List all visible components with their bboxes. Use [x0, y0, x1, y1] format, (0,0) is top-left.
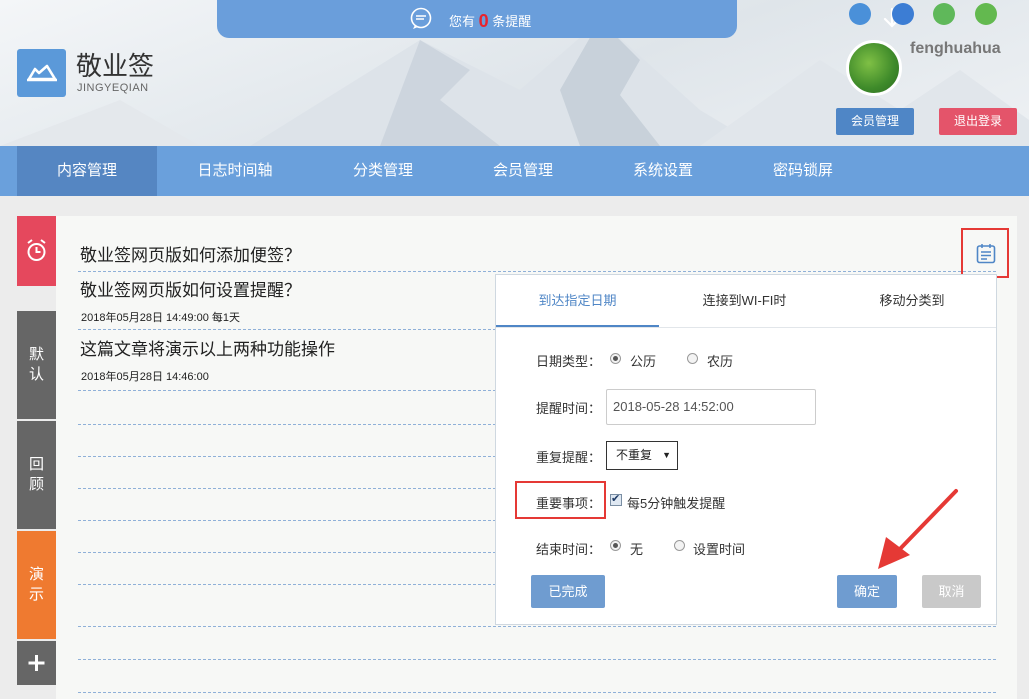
- note-title[interactable]: 敬业签网页版如何设置提醒？: [80, 276, 301, 301]
- radio-end-set-label: 设置时间: [693, 542, 746, 557]
- annotation-arrow-icon: [878, 489, 958, 569]
- radio-solar[interactable]: [610, 353, 621, 364]
- repeat-label: 重复提醒：: [536, 450, 602, 465]
- logo: [17, 49, 66, 97]
- calendar-icon[interactable]: [976, 243, 996, 264]
- app-title: 敬业签: [76, 51, 155, 81]
- mark-done-button[interactable]: 已完成: [531, 575, 605, 608]
- reminder-notice-text: 您有 0 条提醒: [449, 11, 532, 31]
- add-category-button[interactable]: [17, 641, 56, 685]
- radio-lunar-label: 农历: [707, 354, 734, 369]
- dropdown-caret-icon: ▼: [662, 450, 671, 460]
- side-tab-demo[interactable]: 演 示: [17, 531, 56, 639]
- nav-system-settings[interactable]: 系统设置: [593, 146, 733, 196]
- member-management-button[interactable]: 会员管理: [836, 108, 914, 135]
- radio-end-none[interactable]: [610, 540, 621, 551]
- side-tab-review[interactable]: 回 顾: [17, 421, 56, 529]
- divider: [78, 659, 996, 660]
- header: 您有 0 条提醒 敬业签 JINGYEQIAN fenghuahua 会员管理 …: [0, 0, 1029, 146]
- remind-time-input[interactable]: 2018-05-28 14:52:00: [606, 389, 816, 425]
- important-checkbox[interactable]: [610, 492, 622, 506]
- nav-content-management[interactable]: 内容管理: [17, 146, 157, 196]
- reminder-count: 0: [478, 11, 489, 31]
- divider: [78, 271, 996, 272]
- tab-move-category[interactable]: 移动分类到: [832, 275, 992, 327]
- cancel-button[interactable]: 取消: [922, 575, 981, 608]
- radio-end-set[interactable]: [674, 540, 685, 551]
- chat-bubble-icon: [410, 7, 432, 29]
- repeat-select[interactable]: 不重复 ▼: [606, 441, 678, 470]
- end-time-label: 结束时间：: [536, 542, 602, 557]
- radio-solar-label: 公历: [630, 354, 657, 369]
- side-tab-default[interactable]: 默 认: [17, 311, 56, 419]
- alarm-clock-icon: [27, 239, 46, 261]
- note-reminder-meta: 2018年05月28日 14:46:00: [81, 371, 209, 383]
- radio-end-none-label: 无: [630, 542, 644, 557]
- important-checkbox-label: 每5分钟触发提醒: [627, 496, 726, 511]
- radio-lunar[interactable]: [687, 353, 698, 364]
- note-reminder-meta: 2018年05月28日 14:49:00 每1天: [81, 312, 240, 324]
- side-reminder-tab[interactable]: [17, 216, 56, 286]
- main-nav: 内容管理 日志时间轴 分类管理 会员管理 系统设置 密码锁屏: [0, 146, 1029, 196]
- remind-time-label: 提醒时间：: [536, 401, 602, 416]
- tab-divider: [496, 327, 996, 328]
- reminder-notice-bar[interactable]: 您有 0 条提醒: [217, 0, 901, 38]
- note-logo-icon: [27, 64, 57, 82]
- date-type-label: 日期类型：: [536, 354, 602, 369]
- nav-log-timeline[interactable]: 日志时间轴: [165, 146, 305, 196]
- windows-icon[interactable]: [892, 3, 914, 25]
- avatar[interactable]: [846, 40, 902, 96]
- app-subtitle: JINGYEQIAN: [77, 82, 149, 94]
- plus-icon: [28, 655, 45, 671]
- logout-button[interactable]: 退出登录: [939, 108, 1017, 135]
- tab-wifi-connect[interactable]: 连接到WI-FI时: [667, 275, 822, 327]
- divider: [78, 626, 996, 627]
- username: fenghuahua: [910, 40, 1001, 57]
- nav-member-management[interactable]: 会员管理: [453, 146, 593, 196]
- confirm-button[interactable]: 确定: [837, 575, 897, 608]
- android-icon[interactable]: [975, 3, 997, 25]
- nav-password-lock[interactable]: 密码锁屏: [733, 146, 873, 196]
- tab-specified-date[interactable]: 到达指定日期: [496, 275, 659, 327]
- ie-icon[interactable]: [849, 3, 871, 25]
- divider: [78, 692, 996, 693]
- note-title[interactable]: 这篇文章将演示以上两种功能操作: [80, 335, 335, 360]
- nav-category-management[interactable]: 分类管理: [313, 146, 453, 196]
- note-title[interactable]: 敬业签网页版如何添加便签？: [80, 241, 301, 266]
- important-label: 重要事项：: [536, 496, 602, 511]
- apple-icon[interactable]: [933, 3, 955, 25]
